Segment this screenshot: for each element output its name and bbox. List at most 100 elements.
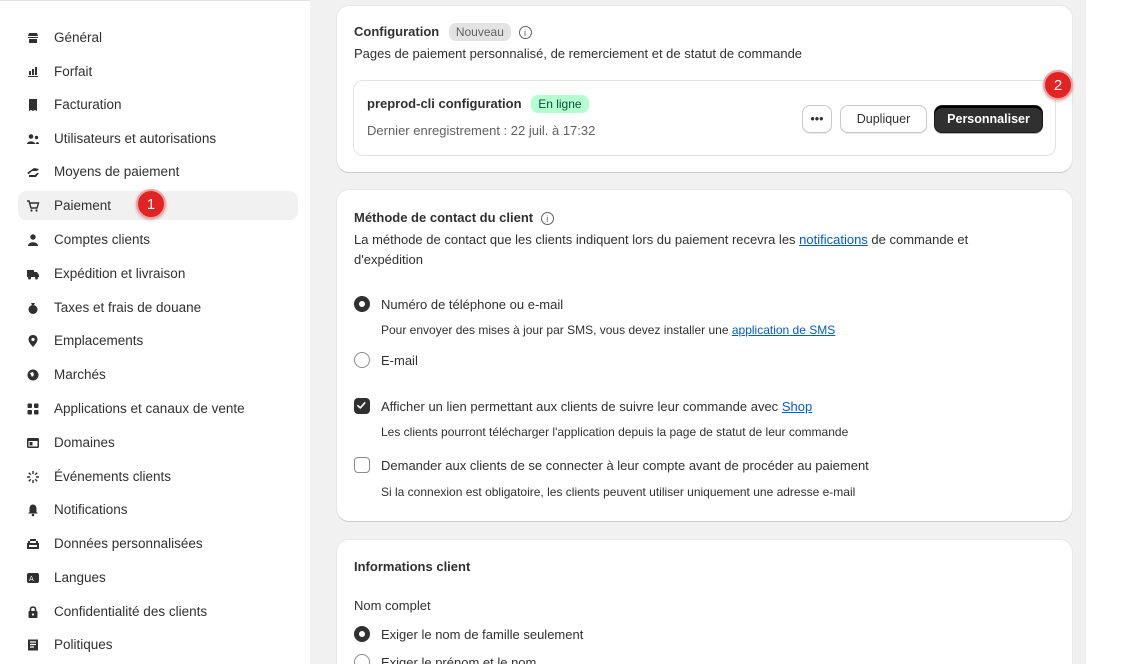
contact-description-text-end: de commande et xyxy=(867,232,969,247)
sidebar-item-3[interactable]: Utilisateurs et autorisations xyxy=(18,124,298,153)
sidebar-item-label: Général xyxy=(54,30,103,45)
shop-tracking-help: Les clients pourront télécharger l'appli… xyxy=(381,425,849,439)
sidebar-item-6[interactable]: Comptes clients xyxy=(18,225,298,254)
sidebar-item-label: Marchés xyxy=(54,367,106,382)
sidebar-item-13[interactable]: Événements clients xyxy=(18,462,298,491)
contact-description-line2: d'expédition xyxy=(354,252,423,267)
checkbox-shop-tracking-label: Afficher un lien permettant aux clients … xyxy=(381,399,812,414)
sidebar-item-9[interactable]: Emplacements xyxy=(18,326,298,355)
sidebar-item-label: Emplacements xyxy=(54,333,144,348)
sms-help-text-body: Pour envoyer des mises à jour par SMS, v… xyxy=(381,323,732,337)
more-actions-button[interactable]: ••• xyxy=(802,105,832,133)
plan-icon xyxy=(26,65,40,79)
configuration-card: Configuration Nouveau i Pages de paiemen… xyxy=(337,6,1072,172)
sidebar-item-2[interactable]: Facturation xyxy=(18,90,298,119)
client-info-title: Informations client xyxy=(354,559,471,574)
checkbox-shop-tracking[interactable] xyxy=(354,398,370,414)
sidebar-item-label: Données personnalisées xyxy=(54,536,203,551)
sidebar-item-7[interactable]: Expédition et livraison xyxy=(18,259,298,288)
sidebar-item-label: Utilisateurs et autorisations xyxy=(54,131,217,146)
globe-icon xyxy=(26,368,40,382)
sidebar-item-label: Domaines xyxy=(54,435,115,450)
radio-first-and-last-name-label: Exiger le prénom et le nom xyxy=(381,655,537,664)
person-icon xyxy=(26,233,40,247)
location-icon xyxy=(26,334,40,348)
sidebar-item-label: Langues xyxy=(54,570,106,585)
policy-icon xyxy=(26,638,40,652)
radio-last-name-only[interactable] xyxy=(354,626,370,642)
cart-icon xyxy=(26,199,40,213)
contact-description: La méthode de contact que les clients in… xyxy=(354,232,968,247)
sidebar-item-12[interactable]: Domaines xyxy=(18,428,298,457)
sms-help-text: Pour envoyer des mises à jour par SMS, v… xyxy=(381,323,835,337)
radio-last-name-only-label: Exiger le nom de famille seulement xyxy=(381,627,584,642)
settings-sidebar: Général Forfait Facturation Utilisateurs et… xyxy=(0,0,310,664)
info-icon[interactable]: i xyxy=(540,212,554,226)
sms-app-link[interactable]: application de SMS xyxy=(732,323,835,337)
sidebar-item-label: Confidentialité des clients xyxy=(54,604,208,619)
last-saved-text: Dernier enregistrement : 22 juil. à 17:3… xyxy=(367,123,596,138)
sidebar-item-0[interactable]: Général xyxy=(18,23,298,52)
contact-title: Méthode de contact du client xyxy=(354,210,534,225)
new-badge: Nouveau xyxy=(448,23,511,41)
radio-email[interactable] xyxy=(354,352,370,368)
sidebar-item-18[interactable]: Politiques xyxy=(18,630,298,659)
truck-icon xyxy=(26,267,40,281)
duplicate-button[interactable]: Dupliquer xyxy=(840,105,927,133)
sidebar-item-label: Forfait xyxy=(54,64,93,79)
sidebar-item-label: Moyens de paiement xyxy=(54,164,180,179)
configuration-description: Pages de paiement personnalisé, de remer… xyxy=(354,46,803,61)
events-icon xyxy=(26,470,40,484)
contact-description-text: La méthode de contact que les clients in… xyxy=(354,232,800,247)
domain-icon xyxy=(26,436,40,450)
radio-first-and-last-name[interactable] xyxy=(354,654,370,664)
sidebar-item-8[interactable]: Taxes et frais de douane xyxy=(18,293,298,322)
info-icon[interactable]: i xyxy=(518,26,532,40)
data-icon xyxy=(26,537,40,551)
main-content: Configuration Nouveau i Pages de paiemen… xyxy=(310,0,1121,664)
lock-icon xyxy=(26,605,40,619)
configuration-title: Configuration xyxy=(354,24,440,39)
sidebar-item-1[interactable]: Forfait xyxy=(18,57,298,86)
sidebar-item-label: Taxes et frais de douane xyxy=(54,300,202,315)
sidebar-item-17[interactable]: Confidentialité des clients xyxy=(18,597,298,626)
contact-header: Méthode de contact du client i xyxy=(354,210,554,226)
language-icon: A xyxy=(26,571,40,585)
apps-icon xyxy=(26,402,40,416)
checkbox-shop-tracking-text: Afficher un lien permettant aux clients … xyxy=(381,399,782,414)
receipt-icon xyxy=(26,98,40,112)
payment-icon xyxy=(26,165,40,179)
annotation-marker-1: 1 xyxy=(136,189,166,219)
sidebar-item-label: Notifications xyxy=(54,502,128,517)
checkbox-require-login[interactable] xyxy=(354,457,370,473)
sidebar-item-label: Comptes clients xyxy=(54,232,151,247)
sidebar-item-label: Facturation xyxy=(54,97,122,112)
sidebar-item-10[interactable]: Marchés xyxy=(18,360,298,389)
require-login-help: Si la connexion est obligatoire, les cli… xyxy=(381,485,856,499)
bell-icon xyxy=(26,503,40,517)
sidebar-item-label: Applications et canaux de vente xyxy=(54,401,245,416)
sidebar-item-label: Expédition et livraison xyxy=(54,266,186,281)
radio-phone-or-email[interactable] xyxy=(354,296,370,312)
radio-phone-or-email-label: Numéro de téléphone ou e-mail xyxy=(381,297,564,312)
checkbox-require-login-label: Demander aux clients de se connecter à l… xyxy=(381,458,869,473)
sidebar-item-14[interactable]: Notifications xyxy=(18,495,298,524)
radio-email-label: E-mail xyxy=(381,353,418,368)
annotation-marker-2: 2 xyxy=(1043,70,1073,100)
sidebar-item-label: Événements clients xyxy=(54,469,172,484)
sidebar-item-16[interactable]: A Langues xyxy=(18,563,298,592)
contact-method-card: Méthode de contact du client i La méthod… xyxy=(337,190,1072,521)
customize-button[interactable]: Personnaliser xyxy=(934,105,1043,133)
notifications-link[interactable]: notifications xyxy=(799,232,868,247)
status-badge: En ligne xyxy=(531,95,589,113)
shop-link[interactable]: Shop xyxy=(782,399,812,414)
right-panel xyxy=(1086,0,1121,664)
configuration-item: preprod-cli configuration En ligne Derni… xyxy=(353,80,1056,156)
sidebar-item-11[interactable]: Applications et canaux de vente xyxy=(18,394,298,423)
client-info-card: Informations client Nom complet Exiger l… xyxy=(337,540,1072,664)
tax-icon xyxy=(26,301,40,315)
configuration-header: Configuration Nouveau i xyxy=(354,23,532,41)
store-icon xyxy=(26,31,40,45)
sidebar-item-4[interactable]: Moyens de paiement xyxy=(18,157,298,186)
sidebar-item-15[interactable]: Données personnalisées xyxy=(18,529,298,558)
